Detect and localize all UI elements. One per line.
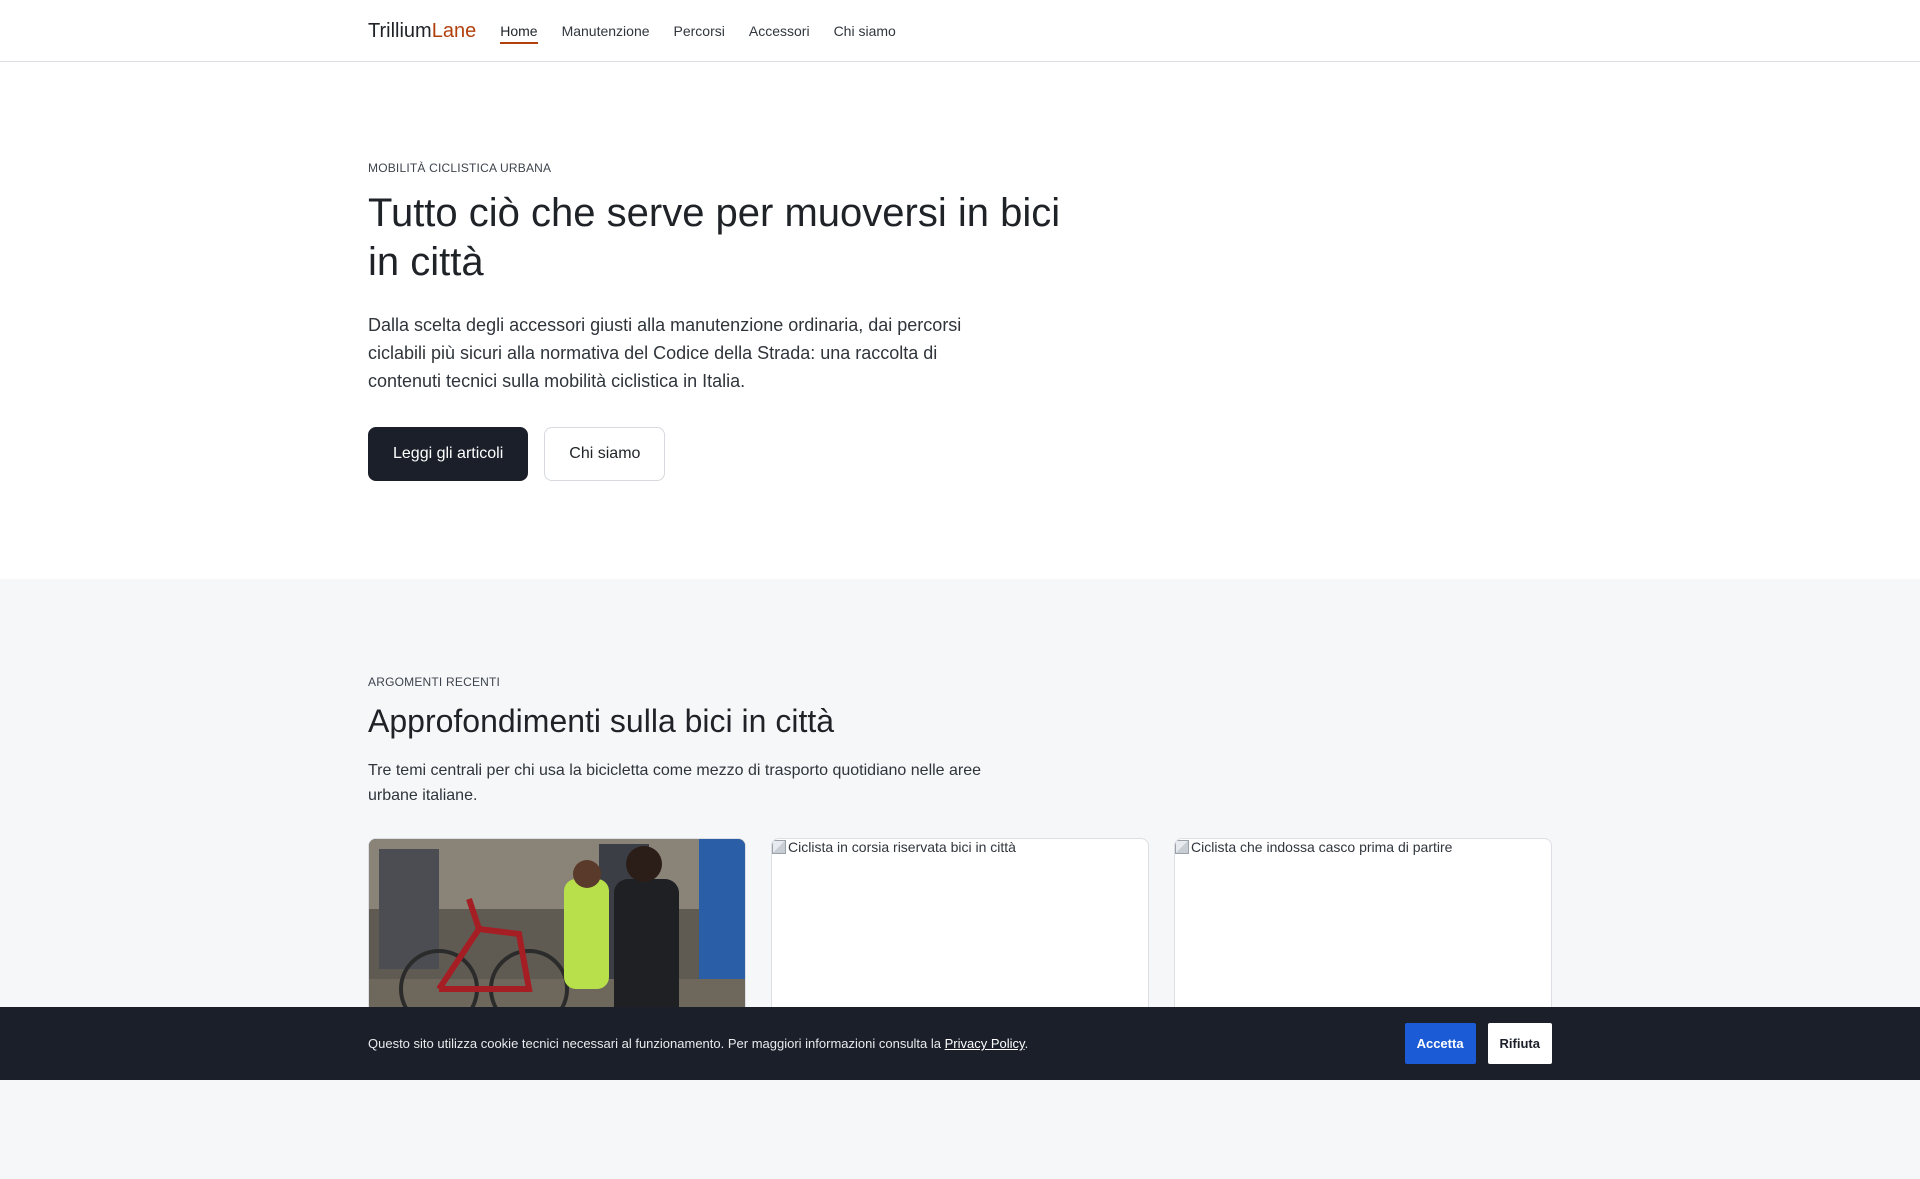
cookie-message: Questo sito utilizza cookie tecnici nece… (368, 1036, 1405, 1051)
cookie-text: Questo sito utilizza cookie tecnici nece… (368, 1036, 942, 1051)
nav-item-chi-siamo[interactable]: Chi siamo (834, 19, 896, 43)
topics-section: ARGOMENTI RECENTI Approfondimenti sulla … (0, 579, 1920, 1179)
hero-title: Tutto ciò che serve per muoversi in bici… (368, 191, 1061, 284)
nav-item-manutenzione[interactable]: Manutenzione (562, 19, 650, 43)
broken-image-icon (1175, 840, 1189, 854)
main-nav: Home Manutenzione Percorsi Accessori Chi… (500, 19, 920, 44)
hero-lead: Dalla scelta degli accessori giusti alla… (368, 315, 962, 391)
hero-eyebrow: MOBILITÀ CICLISTICA URBANA (368, 161, 552, 175)
broken-image-icon (772, 840, 786, 854)
broken-image: Ciclista che indossa casco prima di part… (1175, 839, 1551, 855)
topics-description: Tre temi centrali per chi usa la bicicle… (368, 762, 982, 804)
topics-title: Approfondimenti sulla bici in città (368, 703, 835, 739)
accept-cookies-button[interactable]: Accetta (1404, 1023, 1476, 1064)
cookie-text-end: . (1024, 1036, 1029, 1051)
hero-actions: Leggi gli articoli Chi siamo (368, 427, 1552, 481)
nav-item-percorsi[interactable]: Percorsi (674, 19, 725, 43)
site-logo[interactable]: TrilliumLane (368, 20, 476, 43)
topics-eyebrow: ARGOMENTI RECENTI (368, 675, 501, 689)
logo-accent-text: Lane (431, 19, 477, 42)
cookie-banner: Questo sito utilizza cookie tecnici nece… (0, 1007, 1920, 1080)
nav-item-home[interactable]: Home (500, 19, 538, 44)
read-articles-button[interactable]: Leggi gli articoli (368, 427, 529, 481)
site-header: TrilliumLane Home Manutenzione Percorsi … (0, 0, 1920, 62)
logo-main-text: Trillium (368, 19, 432, 42)
image-alt-text: Ciclista che indossa casco prima di part… (1191, 839, 1453, 855)
privacy-policy-link[interactable]: Privacy Policy (945, 1036, 1025, 1051)
image-alt-text: Ciclista in corsia riservata bici in cit… (788, 839, 1016, 855)
about-us-button[interactable]: Chi siamo (544, 427, 666, 481)
hero-section: MOBILITÀ CICLISTICA URBANA Tutto ciò che… (0, 62, 1920, 579)
broken-image: Ciclista in corsia riservata bici in cit… (772, 839, 1148, 855)
nav-item-accessori[interactable]: Accessori (749, 19, 810, 43)
reject-cookies-button[interactable]: Rifiuta (1487, 1023, 1552, 1064)
